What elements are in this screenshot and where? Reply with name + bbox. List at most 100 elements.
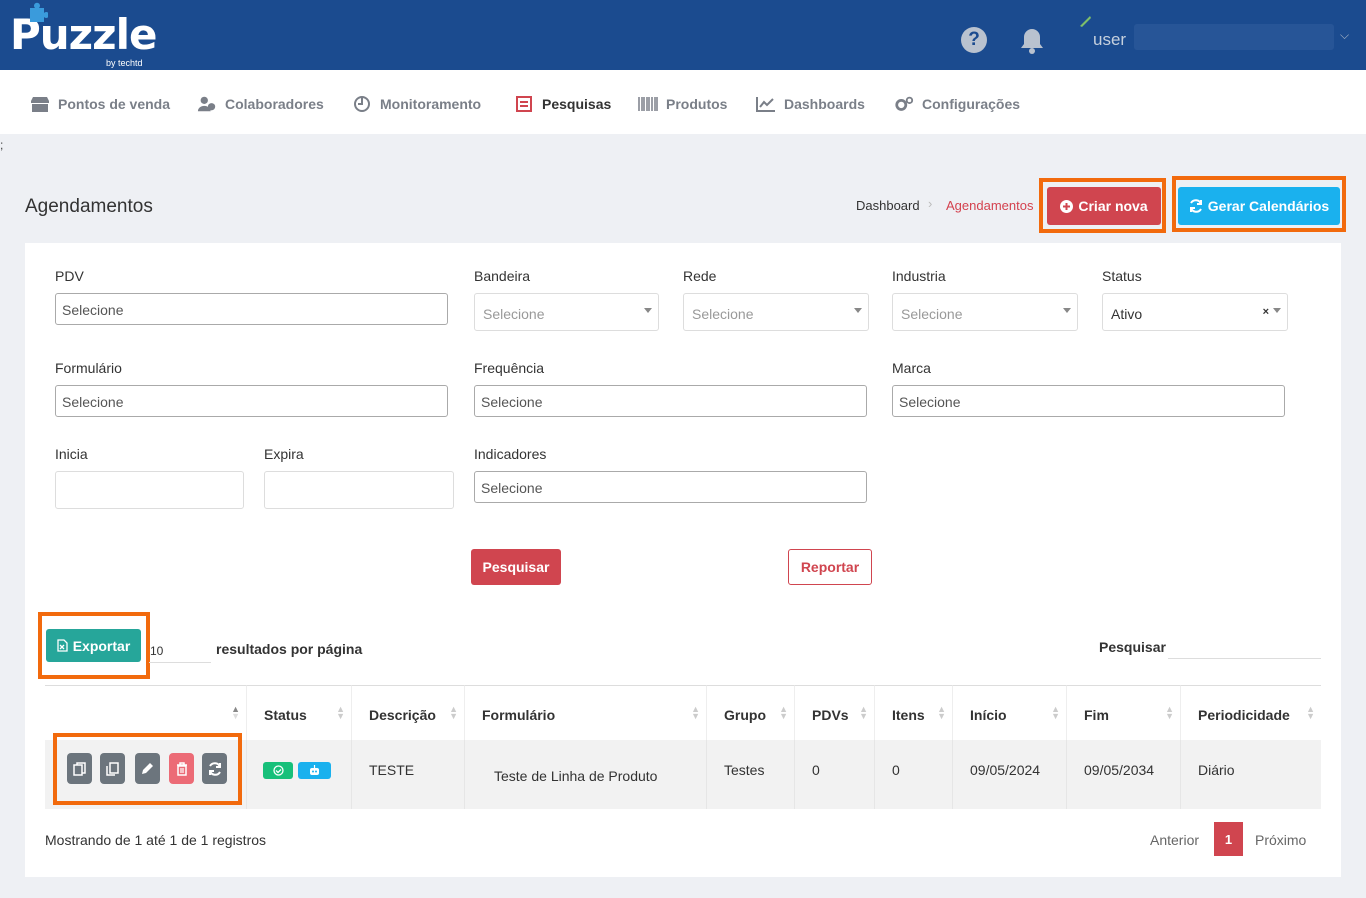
industria-select[interactable]: Selecione <box>892 293 1078 331</box>
nav-item-dashboards[interactable]: Dashboards <box>756 94 865 114</box>
column-header-pdvs[interactable]: PDVs ▲ ▼ <box>795 685 875 740</box>
logo-subtitle: by techtd <box>106 58 143 68</box>
bandeira-select[interactable]: Selecione <box>474 293 659 331</box>
industria-label: Industria <box>892 268 946 284</box>
user-avatar-icon <box>1080 16 1091 27</box>
header-label: Descrição <box>369 707 436 723</box>
indicadores-label: Indicadores <box>474 446 547 462</box>
copy-button[interactable] <box>67 753 92 784</box>
column-header-itens[interactable]: Itens ▲ ▼ <box>875 685 953 740</box>
sort-icon: ▲ ▼ <box>937 704 946 721</box>
column-header-grupo[interactable]: Grupo ▲ ▼ <box>707 685 795 740</box>
sort-icon: ▲ ▼ <box>779 704 788 721</box>
inicia-date-input[interactable] <box>55 471 244 509</box>
plus-circle-icon <box>1060 199 1074 213</box>
header-label: PDVs <box>812 707 849 723</box>
nav-item-monitoramento[interactable]: Monitoramento <box>352 94 481 114</box>
column-header-formulario[interactable]: Formulário ▲ ▼ <box>465 685 707 740</box>
sort-icon: ▲ ▼ <box>231 704 240 721</box>
clear-icon[interactable]: × <box>1263 306 1269 318</box>
nav-item-configuracoes[interactable]: Configurações <box>894 94 1020 114</box>
search-button[interactable]: Pesquisar <box>471 549 561 585</box>
trash-icon <box>176 761 187 776</box>
status-select[interactable]: Ativo × <box>1102 293 1288 331</box>
chevron-down-icon[interactable]: ⌵ <box>1340 28 1349 43</box>
nav-label: Colaboradores <box>225 96 324 112</box>
pencil-icon <box>142 763 153 774</box>
table-cell-descricao: TESTE <box>352 740 465 809</box>
bandeira-value: Selecione <box>483 306 545 322</box>
edit-button[interactable] <box>135 753 160 784</box>
formulario-field[interactable]: Selecione <box>55 385 448 417</box>
help-icon[interactable]: ? <box>961 27 987 53</box>
export-label: Exportar <box>72 637 131 654</box>
inicia-label: Inicia <box>55 446 88 462</box>
nav-label: Produtos <box>666 96 728 112</box>
header-label: Início <box>970 707 1007 723</box>
sort-icon: ▲ ▼ <box>1051 704 1060 721</box>
nav-item-pesquisas[interactable]: Pesquisas <box>514 94 611 114</box>
table-search-label: Pesquisar <box>1099 639 1166 655</box>
table-search-input[interactable] <box>1168 633 1321 659</box>
nav-label: Pesquisas <box>542 96 612 112</box>
sort-icon: ▲ ▼ <box>449 704 458 721</box>
pagination-next[interactable]: Próximo <box>1255 832 1306 848</box>
robot-icon <box>310 765 319 775</box>
survey-icon <box>514 95 534 113</box>
table-cell-periodicidade: Diário <box>1181 740 1321 809</box>
delete-button[interactable] <box>169 753 194 784</box>
logo[interactable]: Puzzle by techtd <box>10 2 160 68</box>
generate-calendars-button[interactable]: Gerar Calendários <box>1178 187 1340 225</box>
robot-status-badge <box>298 762 331 779</box>
header-label: Periodicidade <box>1198 707 1290 723</box>
table-cell-fim: 09/05/2034 <box>1067 740 1181 809</box>
per-page-input[interactable]: 10 <box>149 638 211 663</box>
frequencia-field[interactable]: Selecione <box>474 385 867 417</box>
monitor-icon <box>352 95 372 113</box>
marca-field[interactable]: Selecione <box>892 385 1285 417</box>
sort-icon: ▲ ▼ <box>336 704 345 721</box>
column-header-periodicidade[interactable]: Periodicidade ▲ ▼ <box>1181 685 1321 740</box>
column-header-status[interactable]: Status ▲ ▼ <box>247 685 352 740</box>
column-header-descricao[interactable]: Descrição ▲ ▼ <box>352 685 465 740</box>
bell-icon[interactable] <box>1019 26 1045 54</box>
breadcrumb-current: Agendamentos <box>946 198 1034 213</box>
refresh-button[interactable] <box>202 753 227 784</box>
check-circle-icon <box>272 765 284 776</box>
column-header-fim[interactable]: Fim ▲ ▼ <box>1067 685 1181 740</box>
nav-item-colaboradores[interactable]: Colaboradores <box>197 94 324 114</box>
breadcrumb-separator: › <box>928 196 933 211</box>
pdv-field[interactable]: Selecione <box>55 293 448 325</box>
export-button[interactable]: Exportar <box>46 629 141 662</box>
user-name-redacted <box>1134 24 1334 50</box>
expira-date-input[interactable] <box>264 471 454 509</box>
indicadores-field[interactable]: Selecione <box>474 471 867 503</box>
column-header-inicio[interactable]: Início ▲ ▼ <box>953 685 1067 740</box>
users-icon <box>197 95 217 113</box>
header-label: Grupo <box>724 707 766 723</box>
pdv-label: PDV <box>55 268 84 284</box>
header-label: Status <box>264 707 307 723</box>
rede-value: Selecione <box>692 306 754 322</box>
caret-down-icon <box>854 308 862 313</box>
create-new-button[interactable]: Criar nova <box>1047 187 1161 225</box>
report-button[interactable]: Reportar <box>788 549 872 585</box>
main-nav: Pontos de venda Colaboradores Monitorame… <box>0 70 1366 134</box>
expira-label: Expira <box>264 446 304 462</box>
caret-down-icon <box>1063 308 1071 313</box>
rede-select[interactable]: Selecione <box>683 293 869 331</box>
page-title: Agendamentos <box>25 196 153 217</box>
nav-item-produtos[interactable]: Produtos <box>638 94 727 114</box>
frequencia-label: Frequência <box>474 360 545 376</box>
pagination-previous[interactable]: Anterior <box>1150 832 1199 848</box>
user-name[interactable]: user <box>1093 30 1126 50</box>
pagination-page-1[interactable]: 1 <box>1214 822 1243 856</box>
nav-label: Pontos de venda <box>58 96 171 112</box>
breadcrumb-home[interactable]: Dashboard <box>856 198 920 213</box>
duplicate-button[interactable] <box>100 753 125 784</box>
generate-calendars-label: Gerar Calendários <box>1207 198 1330 214</box>
nav-item-pontos-de-venda[interactable]: Pontos de venda <box>30 94 170 114</box>
column-header-actions[interactable]: ▲ ▼ <box>45 685 247 740</box>
table-cell-itens: 0 <box>875 740 953 809</box>
bandeira-label: Bandeira <box>474 268 531 284</box>
